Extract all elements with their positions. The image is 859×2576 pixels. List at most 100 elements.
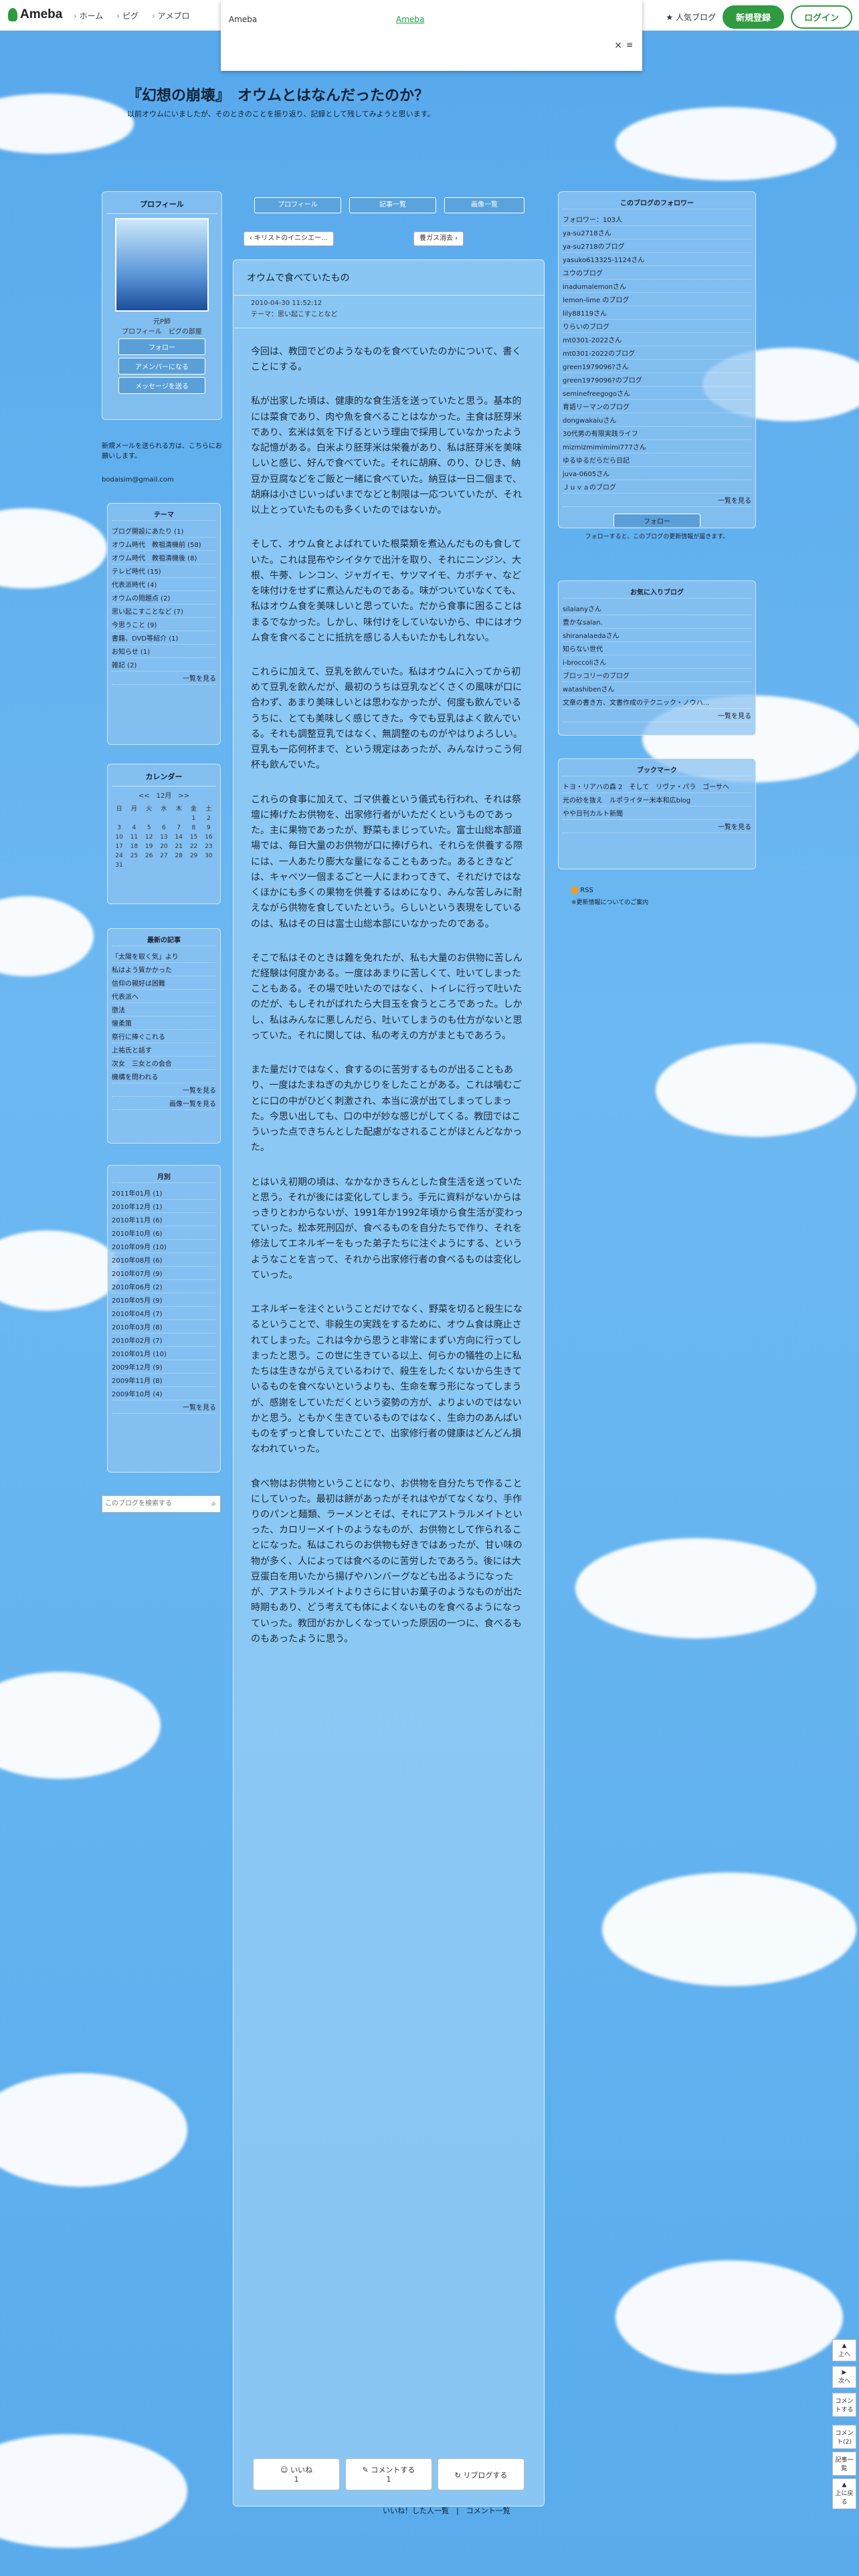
follower-item[interactable]: inadumalemonさん bbox=[563, 280, 751, 293]
like-button[interactable]: ☺ いいね 1 bbox=[253, 2458, 340, 2490]
follower-item[interactable]: green1979096?のブログ bbox=[563, 373, 751, 387]
tab-image-list[interactable]: 画像一覧 bbox=[444, 197, 524, 213]
image-more-link[interactable]: 画像一覧を見る bbox=[112, 1097, 216, 1110]
profile-links[interactable]: プロフィール ピグの部屋 bbox=[106, 326, 217, 336]
back-to-top-button[interactable]: ▲ 上に戻る bbox=[832, 2478, 856, 2509]
popular-blog-link[interactable]: ★ 人気ブログ bbox=[666, 11, 716, 23]
follower-item[interactable]: ゆるゆるだらだら日記 bbox=[563, 453, 751, 467]
favorite-item[interactable]: 豊かなsalan. bbox=[563, 615, 751, 629]
nav-home[interactable]: ホーム bbox=[74, 10, 104, 21]
month-item[interactable]: 2009年10月 (4) bbox=[112, 1387, 216, 1400]
rss-link[interactable]: RSS bbox=[571, 887, 593, 894]
favorite-item[interactable]: silalanyさん bbox=[563, 602, 751, 615]
month-item[interactable]: 2010年01月 (10) bbox=[112, 1347, 216, 1360]
rss-note[interactable]: ※更新情報についてのご案内 bbox=[571, 897, 648, 906]
follower-item[interactable]: mizmizmimimimi777さん bbox=[563, 440, 751, 453]
follow-button[interactable]: フォロー bbox=[118, 338, 205, 355]
theme-item[interactable]: テレビ時代 (15) bbox=[112, 564, 216, 578]
follower-item[interactable]: lemon-lime のブログ bbox=[563, 293, 751, 306]
login-button[interactable]: ログイン bbox=[790, 5, 852, 29]
follower-item[interactable]: dongwakaiuさん bbox=[563, 413, 751, 427]
bookmark-item[interactable]: トヨ・リアハの森 2 そして リヴァ・パラ ゴーサヘ bbox=[563, 780, 751, 793]
theme-item[interactable]: 代表派時代 (4) bbox=[112, 578, 216, 591]
recent-item[interactable]: 代表派へ bbox=[112, 990, 216, 1003]
recent-item[interactable]: 機構を問われる bbox=[112, 1070, 216, 1083]
favorite-item[interactable]: 知らない世代 bbox=[563, 642, 751, 655]
month-item[interactable]: 2010年08月 (6) bbox=[112, 1253, 216, 1267]
follower-item[interactable]: ya-su2718さん bbox=[563, 226, 751, 239]
follower-item[interactable]: りらいのブログ bbox=[563, 320, 751, 333]
follower-item[interactable]: ya-su2718のブログ bbox=[563, 239, 751, 253]
calendar-month-nav[interactable]: << 12月 >> bbox=[112, 790, 216, 800]
favorite-item[interactable]: i-broccoliさん bbox=[563, 655, 751, 669]
favorite-item[interactable]: watashibenさん bbox=[563, 682, 751, 695]
next-entry-button[interactable]: ▶ 次へ bbox=[832, 2366, 856, 2388]
nav-pigg[interactable]: ピグ bbox=[116, 10, 138, 21]
month-item[interactable]: 2010年09月 (10) bbox=[112, 1240, 216, 1253]
blog-title[interactable]: 『幻想の崩壊』 オウムとはなんだったのか？ bbox=[127, 84, 429, 105]
favorite-item[interactable]: ブロッコリーのブログ bbox=[563, 669, 751, 682]
follower-item[interactable]: mt0301-2022のブログ bbox=[563, 346, 751, 360]
month-item[interactable]: 2009年11月 (8) bbox=[112, 1374, 216, 1387]
month-item[interactable]: 2010年11月 (6) bbox=[112, 1213, 216, 1226]
favorites-more-link[interactable]: 一覧を見る bbox=[563, 709, 751, 722]
follower-item[interactable]: green1979096?さん bbox=[563, 360, 751, 373]
followers-more-link[interactable]: 一覧を見る bbox=[563, 494, 751, 507]
follower-item[interactable]: yasuko613325-1124さん bbox=[563, 253, 751, 266]
month-item[interactable]: 2010年10月 (6) bbox=[112, 1226, 216, 1240]
recent-item[interactable]: 懲法 bbox=[112, 1003, 216, 1016]
favorite-item[interactable]: shiranalaedaさん bbox=[563, 629, 751, 642]
menu-icon[interactable]: ≡ bbox=[626, 40, 633, 49]
profile-name[interactable]: 元P師 bbox=[106, 316, 217, 326]
recent-item[interactable]: 祭行に捧ぐこれる bbox=[112, 1030, 216, 1043]
follower-item[interactable]: seminefreegogoさん bbox=[563, 387, 751, 400]
follower-item[interactable]: mt0301-2022さん bbox=[563, 333, 751, 346]
prev-entry-link[interactable]: ‹ キリストのイニシエー... bbox=[244, 231, 334, 246]
recent-item[interactable]: 上祐氏と話す bbox=[112, 1043, 216, 1057]
theme-item[interactable]: ブログ開設にあたり (1) bbox=[112, 524, 216, 538]
entry-list-button[interactable]: 記事一覧 bbox=[832, 2452, 856, 2476]
recent-item[interactable]: 信仰の親好は困難 bbox=[112, 976, 216, 990]
search-input[interactable] bbox=[102, 1496, 196, 1511]
bookmark-item[interactable]: 光の砂を抜え ルポライター米本和広blog bbox=[563, 793, 751, 807]
signup-button[interactable]: 新規登録 bbox=[722, 5, 784, 29]
theme-item[interactable]: オウム時代 教祖清機前 (58) bbox=[112, 538, 216, 551]
theme-more-link[interactable]: 一覧を見る bbox=[112, 671, 216, 685]
recent-item[interactable]: 私はよう質かかった bbox=[112, 963, 216, 976]
monthly-more-link[interactable]: 一覧を見る bbox=[112, 1400, 216, 1414]
month-item[interactable]: 2011年01月 (1) bbox=[112, 1186, 216, 1200]
recent-item[interactable]: 「太陽を取く気」より bbox=[112, 950, 216, 963]
recent-item[interactable]: 懐柔策 bbox=[112, 1016, 216, 1030]
close-icon[interactable]: × bbox=[614, 40, 622, 51]
theme-item[interactable]: オウムの問題点 (2) bbox=[112, 591, 216, 605]
month-item[interactable]: 2010年04月 (7) bbox=[112, 1307, 216, 1320]
comment-side-button[interactable]: コメントする bbox=[832, 2393, 856, 2417]
month-item[interactable]: 2010年03月 (8) bbox=[112, 1320, 216, 1333]
follower-item[interactable]: lily88119さん bbox=[563, 306, 751, 320]
theme-item[interactable]: オウム時代 教祖清機後 (8) bbox=[112, 551, 216, 564]
month-item[interactable]: 2010年07月 (9) bbox=[112, 1267, 216, 1280]
footer-links[interactable]: いいね！した人一覧 | コメント一覧 bbox=[383, 2505, 510, 2516]
month-item[interactable]: 2009年12月 (9) bbox=[112, 1360, 216, 1374]
amember-button[interactable]: アメンバーになる bbox=[118, 358, 205, 374]
follower-item[interactable]: 育語リーマンのブログ bbox=[563, 400, 751, 413]
theme-item[interactable]: 今思うこと (9) bbox=[112, 618, 216, 631]
search-icon[interactable]: ⌕ bbox=[211, 1499, 216, 1509]
reblog-button[interactable]: ↻ リブログする bbox=[438, 2458, 524, 2490]
scroll-up-button[interactable]: ▲ 上へ bbox=[832, 2339, 856, 2361]
theme-item[interactable]: 思い起こすことなど (7) bbox=[112, 605, 216, 618]
follow-blog-button[interactable]: フォロー bbox=[613, 514, 700, 528]
message-button[interactable]: メッセージを送る bbox=[118, 377, 205, 394]
theme-item[interactable]: 書籍、DVD等紹介 (1) bbox=[112, 631, 216, 645]
theme-item[interactable]: 雑記 (2) bbox=[112, 658, 216, 671]
month-item[interactable]: 2010年12月 (1) bbox=[112, 1200, 216, 1213]
favorite-item[interactable]: 文章の書き方、文書作成のテクニック・ノウハ... bbox=[563, 695, 751, 709]
month-item[interactable]: 2010年05月 (9) bbox=[112, 1293, 216, 1307]
comment-count-button[interactable]: コメント(2) bbox=[832, 2425, 856, 2449]
follower-item[interactable]: 30代男の有限実践ライフ bbox=[563, 427, 751, 440]
entry-title[interactable]: オウムで食べていたもの bbox=[233, 260, 544, 296]
tab-profile[interactable]: プロフィール bbox=[254, 197, 341, 213]
month-item[interactable]: 2010年06月 (2) bbox=[112, 1280, 216, 1293]
profile-avatar[interactable] bbox=[115, 218, 209, 312]
follower-item[interactable]: juva-0605さん bbox=[563, 467, 751, 480]
